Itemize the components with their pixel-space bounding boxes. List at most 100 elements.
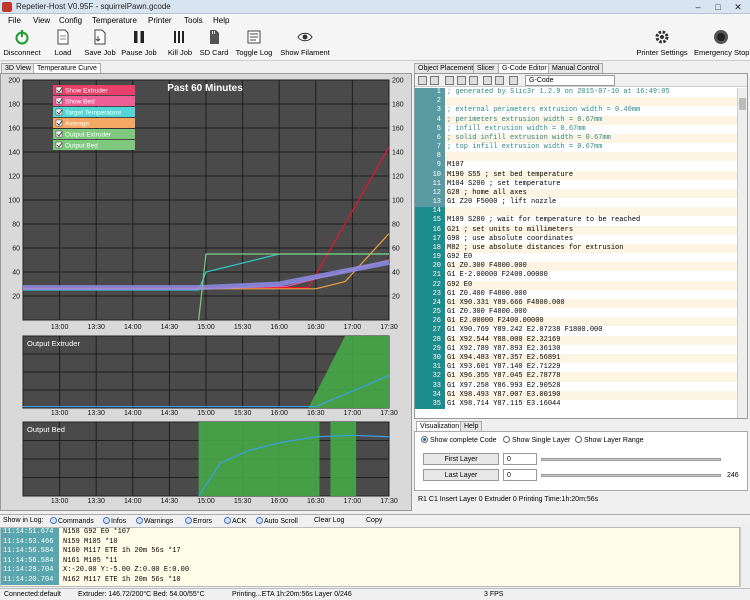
gcode-line[interactable]: 22 G92 E0 xyxy=(415,280,737,290)
gcode-line[interactable]: 21 G1 E-2.00000 F2400.00000 xyxy=(415,271,737,281)
tab-visualization[interactable]: Visualization xyxy=(416,421,464,431)
line-number: 27 xyxy=(415,326,445,336)
gcode-line[interactable]: 20 G1 Z0.300 F4800.000 xyxy=(415,262,737,272)
menu-tools[interactable]: Tools xyxy=(184,16,203,25)
tab-gcode-editor[interactable]: G-Code Editor xyxy=(498,63,551,73)
undo-icon[interactable] xyxy=(483,76,492,85)
gcode-line[interactable]: 31 G1 X93.601 Y87.140 E2.71229 xyxy=(415,363,737,373)
gcode-line[interactable]: 17 G90 ; use absolute coordinates xyxy=(415,234,737,244)
gcode-text-area[interactable]: 1; generated by Slic3r 1.2.9 on 2015-07-… xyxy=(415,88,737,418)
gcode-line[interactable]: 35 G1 X98.714 Y87.115 E3.16044 xyxy=(415,399,737,410)
gcode-line[interactable]: 13 G1 Z20 F5000 ; lift nozzle xyxy=(415,198,737,208)
menu-temperature[interactable]: Temperature xyxy=(92,16,137,25)
infos-toggle[interactable]: Infos xyxy=(103,517,126,525)
gcode-line[interactable]: 28 G1 X92.544 Y88.000 E2.32169 xyxy=(415,335,737,345)
gcode-line[interactable]: 7; top infill extrusion width = 0.67mm xyxy=(415,143,737,153)
show-layer-range-radio[interactable]: Show Layer Range xyxy=(575,436,644,444)
menu-file[interactable]: File xyxy=(8,16,21,25)
save-icon[interactable] xyxy=(430,76,439,85)
gcode-line[interactable]: 23 G1 Z0.400 F4800.000 xyxy=(415,289,737,299)
printer-settings-button[interactable]: Printer Settings xyxy=(634,27,690,61)
close-icon[interactable]: ✕ xyxy=(728,1,748,13)
gcode-line[interactable]: 6; solid infill extrusion width = 0.67mm xyxy=(415,133,737,144)
y-tick-label: 60 xyxy=(12,246,20,253)
menu-view[interactable]: View xyxy=(33,16,50,25)
tab-manual-control[interactable]: Manual Control xyxy=(548,63,604,73)
gcode-line[interactable]: 12 G28 ; home all axes xyxy=(415,188,737,199)
tab-3d-view[interactable]: 3D View xyxy=(1,63,35,73)
gcode-line[interactable]: 10 M190 S55 ; set bed temperature xyxy=(415,170,737,180)
ack-toggle[interactable]: ACK xyxy=(224,517,246,525)
clear-log-button[interactable]: Clear Log xyxy=(314,517,344,524)
kill-job-button[interactable]: Kill Job xyxy=(166,27,194,61)
toggle-log-button[interactable]: Toggle Log xyxy=(234,27,274,61)
auto-scroll-toggle[interactable]: Auto Scroll xyxy=(256,517,298,525)
emergency-stop-button[interactable]: Emergency Stop xyxy=(694,27,749,61)
tab-temperature-curve[interactable]: Temperature Curve xyxy=(33,63,101,73)
first-layer-button[interactable]: First Layer xyxy=(423,453,499,465)
gcode-line[interactable]: 9 M107 xyxy=(415,161,737,171)
copy-log-button[interactable]: Copy xyxy=(366,517,382,524)
gcode-line[interactable]: 8 xyxy=(415,152,737,162)
gcode-line[interactable]: 30 G1 X94.483 Y87.357 E2.56891 xyxy=(415,353,737,364)
last-layer-button[interactable]: Last Layer xyxy=(423,469,499,481)
last-layer-spinner[interactable]: 0 xyxy=(503,469,537,481)
gcode-line[interactable]: 4; perimeters extrusion width = 0.67mm xyxy=(415,115,737,125)
gcode-line[interactable]: 27 G1 X90.769 Y89.242 E2.07238 F1800.000 xyxy=(415,326,737,336)
show-single-layer-radio[interactable]: Show Single Layer xyxy=(503,436,570,444)
line-number: 8 xyxy=(415,152,445,162)
gcode-line[interactable]: 1; generated by Slic3r 1.2.9 on 2015-07-… xyxy=(415,88,737,98)
tab-slicer[interactable]: Slicer xyxy=(473,63,499,73)
line-code: M107 xyxy=(447,161,464,170)
gcode-line[interactable]: 5; infill extrusion width = 0.67mm xyxy=(415,124,737,134)
first-layer-spinner[interactable]: 0 xyxy=(503,453,537,465)
toggle-icon xyxy=(103,517,110,524)
gcode-line[interactable]: 15 M109 S200 ; wait for temperature to be… xyxy=(415,216,737,226)
gcode-line[interactable]: 3; external perimeters extrusion width =… xyxy=(415,106,737,116)
log-scrollbar[interactable] xyxy=(740,527,750,587)
gcode-line[interactable]: 32 G1 X96.355 Y87.045 E2.78778 xyxy=(415,372,737,382)
paste-icon[interactable] xyxy=(469,76,478,85)
save-job-button[interactable]: Save Job xyxy=(84,27,116,61)
gcode-line[interactable]: 11 M104 S200 ; set temperature xyxy=(415,179,737,189)
sd-card-button[interactable]: SD Card xyxy=(199,27,229,61)
gcode-line[interactable]: 24 G1 X90.331 Y89.666 F4800.000 xyxy=(415,298,737,309)
cut-icon[interactable] xyxy=(445,76,454,85)
first-layer-slider[interactable] xyxy=(541,458,721,461)
tab-object-placement[interactable]: Object Placement xyxy=(414,63,478,73)
gcode-type-select[interactable]: G-Code xyxy=(525,75,615,86)
gcode-line[interactable]: 33 G1 X97.258 Y86.993 E2.90528 xyxy=(415,381,737,391)
gcode-line[interactable]: 18 M82 ; use absolute distances for extru… xyxy=(415,243,737,254)
minimize-icon[interactable]: – xyxy=(688,1,708,13)
new-file-icon[interactable] xyxy=(418,76,427,85)
errors-toggle[interactable]: Errors xyxy=(185,517,212,525)
show-filament-button[interactable]: Show Filament xyxy=(279,27,331,61)
disconnect-button[interactable]: Disconnect xyxy=(2,27,42,61)
gcode-line[interactable]: 34 G1 X98.493 Y87.007 E3.00190 xyxy=(415,390,737,400)
show-complete-code-radio[interactable]: Show complete Code xyxy=(421,436,497,444)
menu-help[interactable]: Help xyxy=(213,16,229,25)
redo-icon[interactable] xyxy=(495,76,504,85)
gcode-line[interactable]: 26 G1 E2.00000 F2400.00000 xyxy=(415,317,737,327)
last-layer-slider[interactable] xyxy=(541,474,721,477)
gcode-scrollbar[interactable] xyxy=(737,88,747,418)
gcode-line[interactable]: 14 xyxy=(415,207,737,217)
gcode-line[interactable]: 19 G92 E0 xyxy=(415,253,737,263)
gcode-line[interactable]: 16 G21 ; set units to millimeters xyxy=(415,225,737,235)
maximize-icon[interactable]: □ xyxy=(708,1,728,13)
tab-help[interactable]: Help xyxy=(460,421,483,431)
pause-job-button[interactable]: Pause Job xyxy=(121,27,157,61)
menu-printer[interactable]: Printer xyxy=(148,16,172,25)
scroll-thumb[interactable] xyxy=(739,98,746,110)
menu-config[interactable]: Config xyxy=(59,16,82,25)
commands-toggle[interactable]: Commands xyxy=(50,517,94,525)
clear-icon[interactable] xyxy=(509,76,518,85)
log-area[interactable]: 11:14:51.674 N158 G92 E0 *107 11:14:53.466… xyxy=(0,527,740,587)
x-tick-label: 13:30 xyxy=(87,498,105,505)
copy-icon[interactable] xyxy=(457,76,466,85)
gcode-line[interactable]: 29 G1 X92.789 Y87.893 E2.36130 xyxy=(415,344,737,354)
gcode-line[interactable]: 2 xyxy=(415,97,737,107)
warnings-toggle[interactable]: Warnings xyxy=(136,517,173,525)
load-button[interactable]: Load xyxy=(50,27,76,61)
gcode-line[interactable]: 25 G1 Z0.300 F4800.000 xyxy=(415,308,737,318)
